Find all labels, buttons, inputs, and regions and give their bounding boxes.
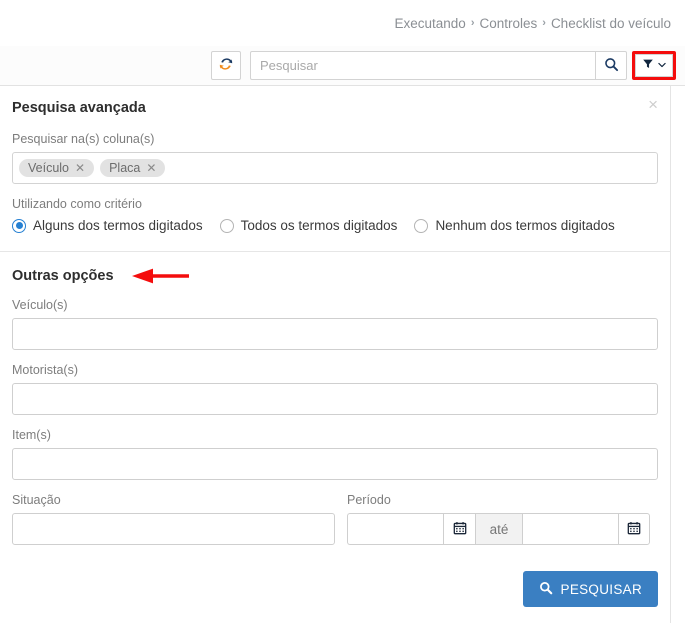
itens-input[interactable] [12,448,658,480]
panel-body: Pesquisa avançada Pesquisar na(s) coluna… [0,86,670,607]
calendar-icon [627,521,641,538]
advanced-filter-button[interactable] [635,54,673,77]
periodo-date-group: até [347,513,659,545]
radio-label: Alguns dos termos digitados [33,218,203,233]
breadcrumb: Executando › Controles › Checklist do ve… [395,16,672,31]
breadcrumb-item-checklist[interactable]: Checklist do veículo [551,16,671,31]
other-options-title: Outras opções [12,268,114,284]
breadcrumb-separator-icon: › [542,17,546,29]
tag-veiculo[interactable]: Veículo ✕ [19,159,95,177]
periodo-start-input[interactable] [347,513,443,545]
calendar-icon [453,521,467,538]
columns-label: Pesquisar na(s) coluna(s) [12,132,155,146]
annotation-arrow-icon [131,268,190,284]
breadcrumb-item-controles[interactable]: Controles [479,16,537,31]
criteria-radio-group: Alguns dos termos digitados Todos os ter… [12,218,658,251]
chevron-down-icon [657,58,667,73]
field-label-itens: Item(s) [12,428,51,442]
veiculos-input[interactable] [12,318,658,350]
funnel-icon [642,58,654,73]
section-divider [0,251,670,252]
radio-mark-icon [414,218,429,233]
radio-nenhum-dos-termos[interactable]: Nenhum dos termos digitados [414,218,615,233]
field-motoristas: Motorista(s) [12,363,658,415]
search-toolbar [0,46,685,86]
field-label-periodo: Período [347,493,391,507]
advanced-search-panel: × Pesquisa avançada Pesquisar na(s) colu… [0,86,671,623]
breadcrumb-bar: Executando › Controles › Checklist do ve… [0,0,685,46]
radio-alguns-dos-termos[interactable]: Alguns dos termos digitados [12,218,203,233]
radio-label: Todos os termos digitados [240,218,398,233]
tag-placa[interactable]: Placa ✕ [100,159,166,177]
panel-title: Pesquisa avançada [12,100,146,116]
field-veiculos: Veículo(s) [12,298,658,350]
periodo-end-calendar-button[interactable] [618,513,650,545]
breadcrumb-item-executando[interactable]: Executando [395,16,466,31]
other-options-header: Outras opções [12,268,658,284]
field-label-situacao: Situação [12,493,61,507]
tag-label: Veículo [28,161,70,175]
field-itens: Item(s) [12,428,658,480]
field-periodo: Período até [347,493,659,545]
panel-footer: PESQUISAR [12,545,658,607]
periodo-separator-label: até [475,513,522,545]
periodo-end-input[interactable] [522,513,618,545]
field-label-motoristas: Motorista(s) [12,363,78,377]
pesquisar-button[interactable]: PESQUISAR [522,571,658,607]
criteria-label: Utilizando como critério [12,197,142,211]
tag-label: Placa [109,161,141,175]
pesquisar-button-label: PESQUISAR [560,581,642,597]
radio-label: Nenhum dos termos digitados [435,218,615,233]
columns-tag-input[interactable]: Veículo ✕ Placa ✕ [12,152,658,184]
tag-remove-icon[interactable]: ✕ [75,161,85,175]
page-bottom-strip [0,623,685,641]
radio-mark-icon [219,218,234,233]
app-page: Executando › Controles › Checklist do ve… [0,0,685,641]
search-submit-button[interactable] [595,51,627,80]
situacao-input[interactable] [12,513,335,545]
magnifier-icon [604,57,619,75]
refresh-icon [218,56,234,75]
periodo-start-calendar-button[interactable] [443,513,475,545]
tag-remove-icon[interactable]: ✕ [146,161,156,175]
search-group [250,51,627,80]
close-icon[interactable]: × [648,96,658,113]
breadcrumb-separator-icon: › [470,17,475,29]
radio-mark-icon [12,218,26,233]
magnifier-icon [539,581,553,598]
field-label-veiculos: Veículo(s) [12,298,68,312]
refresh-button[interactable] [211,51,241,80]
search-input[interactable] [250,51,595,80]
field-situacao: Situação [12,493,335,545]
motoristas-input[interactable] [12,383,658,415]
filter-button-highlight [632,51,676,80]
situacao-periodo-row: Situação Período até [12,493,658,545]
radio-todos-os-termos[interactable]: Todos os termos digitados [219,218,398,233]
